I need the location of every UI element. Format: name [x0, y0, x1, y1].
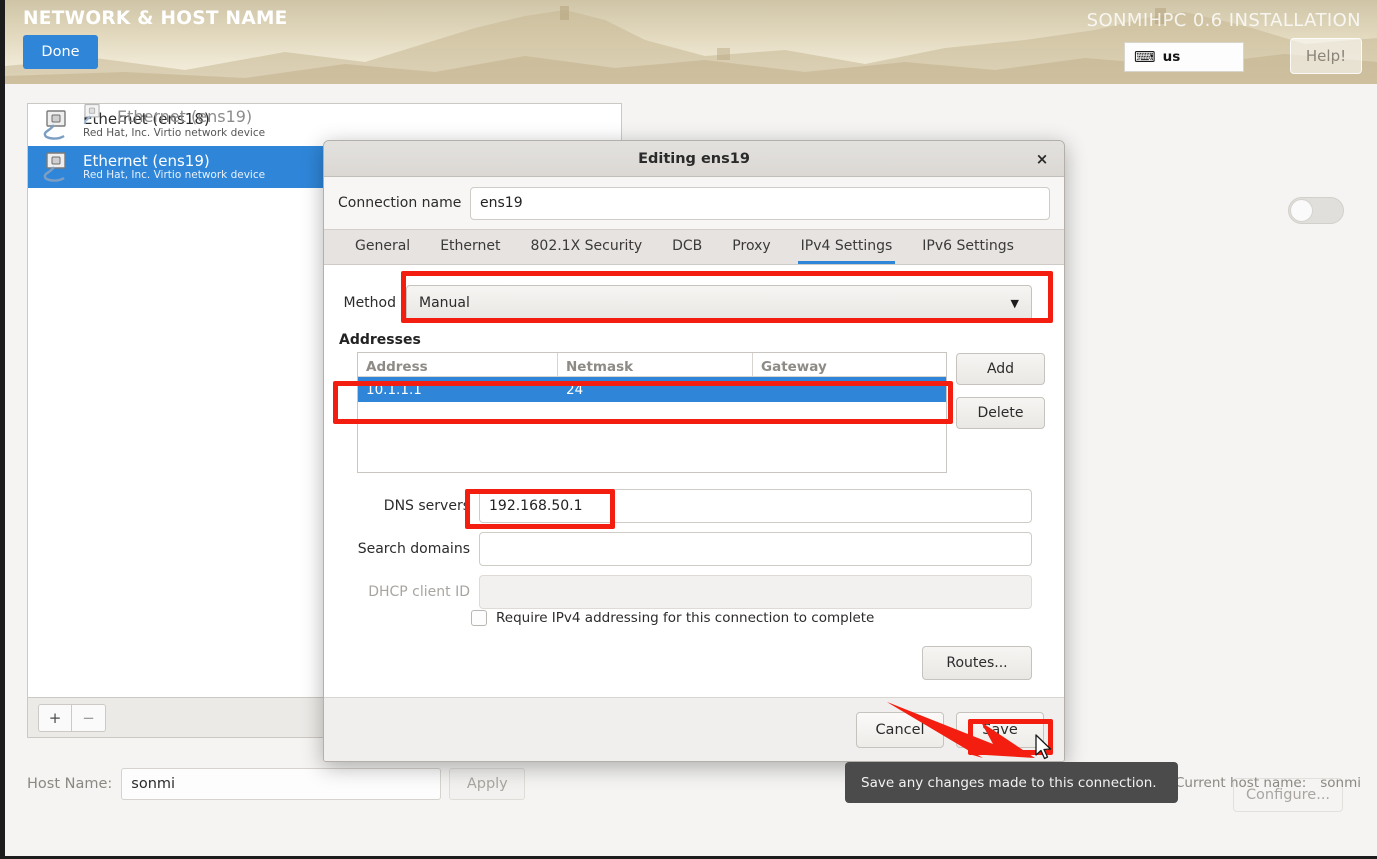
annotation-box-address — [333, 381, 953, 424]
close-icon[interactable]: × — [1033, 150, 1051, 168]
current-hostname-value: sonmi — [1320, 775, 1362, 791]
ethernet-icon — [77, 101, 107, 131]
hostname-input[interactable]: sonmi — [121, 768, 442, 800]
dialog-tabs: General Ethernet 802.1X Security DCB Pro… — [324, 229, 1064, 265]
keyboard-icon: ⌨ — [1134, 47, 1156, 66]
tab-label: 802.1X Security — [530, 238, 643, 254]
hostname-value: sonmi — [131, 776, 176, 792]
toggle-knob — [1290, 199, 1313, 222]
dialog-title: Editing ens19 — [638, 150, 750, 167]
annotation-box-method — [401, 271, 1053, 323]
tab-label: IPv4 Settings — [800, 238, 893, 254]
add-device-button[interactable]: + — [38, 703, 72, 732]
tooltip-text: Save any changes made to this connection… — [861, 774, 1157, 791]
tab-ipv4-settings[interactable]: IPv4 Settings — [786, 228, 908, 264]
tab-proxy[interactable]: Proxy — [717, 228, 785, 264]
current-hostname-label: Current host name: — [1175, 775, 1307, 791]
connection-name-row: Connection name ens19 — [324, 177, 1064, 229]
routes-button[interactable]: Routes... — [922, 646, 1032, 680]
remove-device-label: − — [82, 708, 95, 727]
tab-label: Ethernet — [440, 238, 501, 254]
add-address-button[interactable]: Add — [956, 353, 1045, 385]
method-label: Method — [343, 295, 396, 311]
keyboard-layout-indicator[interactable]: ⌨ us — [1124, 42, 1244, 72]
ethernet-icon — [40, 109, 74, 141]
installer-screen: NETWORK & HOST NAME SONMIHPC 0.6 INSTALL… — [0, 0, 1377, 859]
device-detail-header: Ethernet (ens19) — [77, 101, 252, 131]
mouse-cursor-icon — [1035, 734, 1052, 760]
apply-button-label: Apply — [466, 776, 508, 792]
tab-label: IPv6 Settings — [922, 238, 1014, 254]
require-ipv4-checkbox[interactable] — [471, 610, 487, 626]
dhcp-client-id-input — [479, 575, 1032, 609]
annotation-box-dns — [465, 489, 615, 529]
tab-ethernet[interactable]: Ethernet — [425, 228, 515, 264]
help-button[interactable]: Help! — [1290, 38, 1362, 74]
column-header-address: Address — [358, 353, 558, 376]
hostname-label: Host Name: — [27, 776, 113, 792]
connection-name-label: Connection name — [338, 195, 462, 211]
installer-header: NETWORK & HOST NAME SONMIHPC 0.6 INSTALL… — [5, 0, 1377, 84]
search-domains-input[interactable] — [479, 532, 1032, 566]
connection-name-input[interactable]: ens19 — [470, 186, 1050, 220]
delete-address-button[interactable]: Delete — [956, 397, 1045, 429]
column-header-gateway: Gateway — [761, 359, 827, 375]
tab-8021x-security[interactable]: 802.1X Security — [516, 228, 658, 264]
require-ipv4-label: Require IPv4 addressing for this connect… — [496, 610, 875, 626]
current-hostname: Current host name: sonmi — [1175, 775, 1361, 791]
page-title: NETWORK & HOST NAME — [23, 8, 288, 29]
search-domains-row: Search domains — [330, 532, 1044, 566]
delete-address-label: Delete — [977, 405, 1024, 421]
table-header: Address Netmask Gateway — [358, 353, 946, 377]
ipv4-settings-panel: Method Manual ▼ Addresses Address Netmas… — [324, 265, 1064, 713]
list-item-name: Ethernet (ens19) — [83, 151, 210, 170]
list-item-description: Red Hat, Inc. Virtio network device — [83, 168, 266, 181]
routes-button-label: Routes... — [946, 655, 1008, 671]
tab-general[interactable]: General — [340, 228, 425, 264]
apply-button[interactable]: Apply — [449, 768, 526, 800]
connection-name-value: ens19 — [480, 195, 523, 211]
hostname-row: Host Name: sonmi Apply — [27, 768, 526, 800]
tab-dcb[interactable]: DCB — [657, 228, 717, 264]
add-address-label: Add — [986, 361, 1015, 377]
product-title: SONMIHPC 0.6 INSTALLATION — [1086, 10, 1361, 31]
require-ipv4-row[interactable]: Require IPv4 addressing for this connect… — [471, 610, 874, 626]
remove-device-button[interactable]: − — [72, 703, 106, 732]
dns-servers-row: DNS servers 192.168.50.1 — [330, 489, 1044, 523]
device-detail-title: Ethernet (ens19) — [117, 106, 253, 126]
dhcp-client-id-row: DHCP client ID — [330, 575, 1044, 609]
device-enable-toggle[interactable] — [1288, 197, 1344, 224]
done-button-label: Done — [41, 44, 80, 60]
addresses-section-label: Addresses — [339, 332, 421, 348]
keyboard-layout-label: us — [1162, 49, 1181, 65]
tab-label: General — [355, 238, 411, 254]
tab-ipv6-settings[interactable]: IPv6 Settings — [907, 228, 1029, 264]
dialog-titlebar: Editing ens19 × — [324, 141, 1064, 177]
tab-label: Proxy — [732, 238, 771, 254]
dhcp-client-id-label: DHCP client ID — [368, 584, 470, 600]
ethernet-icon — [40, 151, 74, 183]
edit-connection-dialog: Editing ens19 × Connection name ens19 Ge… — [323, 140, 1065, 762]
help-button-label: Help! — [1305, 47, 1347, 65]
tab-label: DCB — [672, 238, 703, 254]
search-domains-label: Search domains — [357, 541, 470, 557]
done-button[interactable]: Done — [23, 35, 98, 69]
dns-servers-label: DNS servers — [383, 498, 470, 514]
column-header-netmask: Netmask — [558, 353, 753, 376]
tooltip-content: Save any changes made to this connection… — [845, 762, 1178, 803]
add-device-label: + — [48, 708, 62, 727]
annotation-arrow-icon — [887, 702, 1035, 758]
